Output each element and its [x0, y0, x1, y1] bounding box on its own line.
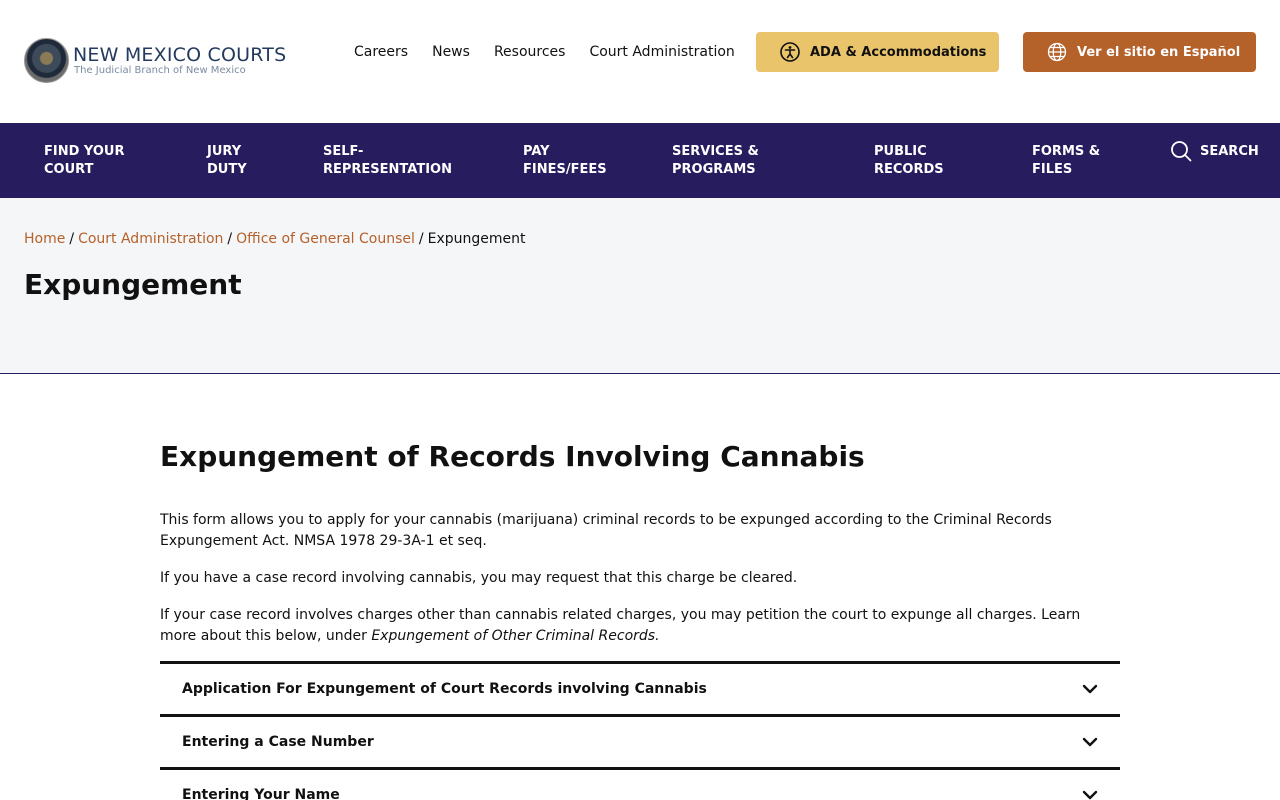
accordion-label: Application For Expungement of Court Rec… [182, 681, 707, 697]
nav-item-line: JURY [207, 144, 242, 159]
nav-item-forms-files[interactable]: FORMS & FILES [1032, 143, 1100, 179]
nav-item-public-records[interactable]: PUBLIC RECORDS [874, 143, 944, 179]
util-link-court-administration[interactable]: Court Administration [589, 44, 734, 60]
top-header: NEW MEXICO COURTS The Judicial Branch of… [0, 0, 1280, 123]
section-title: Expungement of Records Involving Cannabi… [160, 440, 865, 473]
nav-item-line: FINES/FEES [523, 162, 607, 177]
accordion-item-your-name[interactable]: Entering Your Name [160, 767, 1120, 800]
logo-text: NEW MEXICO COURTS The Judicial Branch of… [73, 45, 286, 76]
nav-item-line: DUTY [207, 162, 247, 177]
search-icon [1171, 141, 1192, 162]
accordion-item-application[interactable]: Application For Expungement of Court Rec… [160, 661, 1120, 714]
spanish-site-button[interactable]: Ver el sitio en Español [1023, 32, 1256, 72]
spanish-button-label: Ver el sitio en Español [1077, 44, 1241, 60]
other-charges-paragraph: If your case record involves charges oth… [160, 605, 1120, 647]
nav-search-button[interactable]: SEARCH [1170, 140, 1259, 162]
nav-item-line: PAY [523, 144, 550, 159]
logo-title: NEW MEXICO COURTS [73, 44, 287, 66]
logo-subtitle: The Judicial Branch of New Mexico [74, 65, 246, 76]
breadcrumb-court-administration[interactable]: Court Administration [78, 231, 223, 247]
nav-item-line: SELF- [323, 144, 364, 159]
accordion: Application For Expungement of Court Rec… [160, 661, 1120, 800]
page-title: Expungement [24, 268, 242, 301]
search-label: SEARCH [1200, 143, 1259, 159]
cannabis-paragraph: If you have a case record involving cann… [160, 570, 798, 586]
nav-item-line: SERVICES & [672, 144, 759, 159]
nav-item-line: FILES [1032, 162, 1073, 177]
nav-item-line: PROGRAMS [672, 162, 756, 177]
accordion-item-case-number[interactable]: Entering a Case Number [160, 714, 1120, 767]
breadcrumb-office-of-general-counsel[interactable]: Office of General Counsel [236, 231, 415, 247]
nav-item-pay-fines-fees[interactable]: PAY FINES/FEES [523, 143, 607, 179]
util-link-careers[interactable]: Careers [354, 44, 408, 60]
accordion-label: Entering Your Name [182, 787, 340, 800]
chevron-down-icon [1082, 790, 1098, 800]
nav-item-line: RECORDS [874, 162, 944, 177]
breadcrumb-home[interactable]: Home [24, 231, 65, 247]
main-content: Expungement of Records Involving Cannabi… [160, 440, 1120, 644]
accordion-label: Entering a Case Number [182, 734, 374, 750]
util-link-news[interactable]: News [432, 44, 470, 60]
breadcrumb: Home / Court Administration / Office of Gene… [24, 231, 526, 247]
nav-item-line: FORMS & [1032, 144, 1101, 159]
util-link-resources[interactable]: Resources [494, 44, 566, 60]
court-seal-icon [24, 38, 69, 83]
site-logo[interactable]: NEW MEXICO COURTS The Judicial Branch of… [24, 38, 286, 83]
breadcrumb-separator: / [227, 231, 233, 247]
nav-item-line: REPRESENTATION [323, 162, 452, 177]
nav-item-services-programs[interactable]: SERVICES & PROGRAMS [672, 143, 759, 179]
ada-accommodations-button[interactable]: ADA & Accommodations [756, 32, 999, 72]
breadcrumb-separator: / [418, 231, 424, 247]
ada-button-label: ADA & Accommodations [810, 44, 987, 60]
utility-nav: Careers News Resources Court Administrat… [354, 44, 735, 60]
intro-paragraph: This form allows you to apply for your c… [160, 512, 1052, 549]
breadcrumb-current: Expungement [427, 231, 526, 247]
breadcrumb-separator: / [69, 231, 75, 247]
nav-item-self-representation[interactable]: SELF- REPRESENTATION [323, 143, 452, 179]
nav-item-find-your-court[interactable]: FIND YOUR COURT [44, 143, 124, 179]
nav-item-line: FIND YOUR [44, 144, 125, 159]
nav-item-line: PUBLIC [874, 144, 927, 159]
globe-icon [1047, 42, 1067, 62]
nav-item-jury-duty[interactable]: JURY DUTY [207, 143, 247, 179]
page-header-band: Home / Court Administration / Office of Gene… [0, 198, 1280, 374]
accessibility-icon [780, 42, 800, 62]
main-nav: FIND YOUR COURT JURY DUTY SELF- REPRESEN… [0, 123, 1280, 198]
other-records-reference: Expungement of Other Criminal Records. [371, 628, 660, 644]
chevron-down-icon [1082, 737, 1098, 747]
nav-item-line: COURT [44, 162, 94, 177]
chevron-down-icon [1082, 684, 1098, 694]
